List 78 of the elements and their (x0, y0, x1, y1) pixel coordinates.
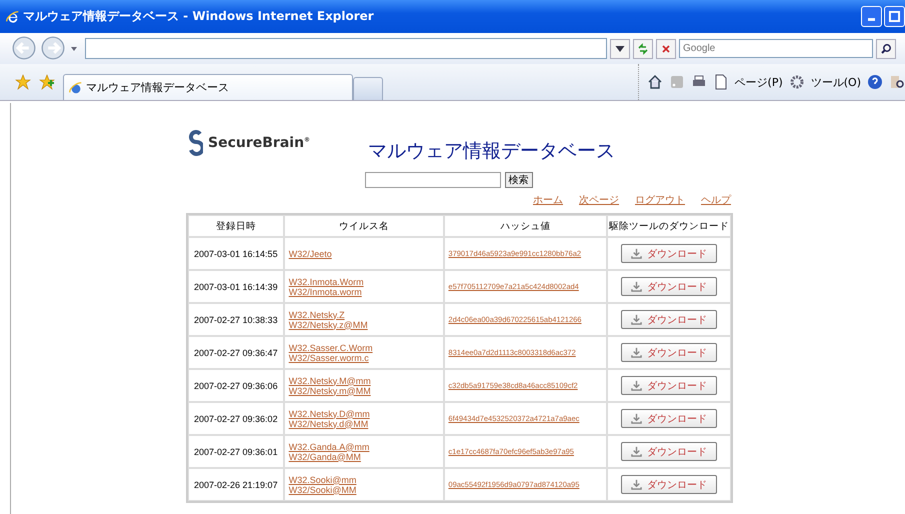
search-icon (880, 42, 892, 54)
browser-tab[interactable]: マルウェア情報データベース (63, 74, 353, 100)
page-title: マルウェア情報データベース (368, 139, 616, 164)
column-header: ウイルス名 (284, 215, 444, 237)
table-cell: 2007-02-27 10:38:33 (188, 303, 284, 336)
table-cell: 2007-02-27 09:36:47 (188, 336, 284, 369)
nav-link[interactable]: 次ページ (579, 193, 619, 207)
column-header: 駆除ツールのダウンロード (607, 215, 731, 237)
address-dropdown-button[interactable] (610, 38, 630, 58)
virus-link[interactable]: W32.Ganda.A@mm (288, 442, 442, 452)
table-cell: 2007-02-26 21:19:07 (188, 468, 284, 501)
forward-button[interactable] (41, 36, 67, 62)
logo-text: SecureBrain$^{®}$ (208, 135, 310, 151)
home-icon[interactable] (646, 74, 663, 90)
search-button[interactable] (876, 38, 896, 58)
virus-link[interactable]: W32.Netsky.M@mm (288, 376, 442, 386)
nav-link[interactable]: ログアウト (635, 193, 685, 207)
help-icon[interactable] (867, 74, 883, 90)
refresh-icon (637, 42, 649, 54)
back-button[interactable] (12, 36, 38, 62)
virus-link[interactable]: W32/Inmota.worm (288, 286, 442, 296)
virus-link[interactable]: W32.Inmota.Worm (288, 276, 442, 286)
logo-icon (189, 130, 203, 156)
table-cell: 2007-03-01 16:14:39 (188, 270, 284, 303)
download-button[interactable]: ダウンロード (621, 244, 717, 263)
gear-icon (788, 74, 805, 90)
download-icon (631, 446, 642, 457)
virus-link[interactable]: W32/Netsky.m@MM (288, 386, 442, 396)
table-cell: 2007-02-27 09:36:01 (188, 435, 284, 468)
table-cell: 2007-02-27 09:36:02 (188, 402, 284, 435)
address-field[interactable] (85, 38, 607, 59)
download-icon (631, 314, 642, 325)
column-header: ハッシュ値 (444, 215, 607, 237)
browser-logo-icon (69, 80, 83, 94)
table-cell: 2007-03-01 16:14:55 (188, 237, 284, 270)
star-icon[interactable] (15, 74, 31, 90)
virus-link[interactable]: W32.Netsky.D@mm (288, 408, 442, 418)
virus-link[interactable]: W32.Netsky.Z (288, 310, 442, 320)
virus-link[interactable]: W32/Sooki@MM (288, 484, 442, 494)
column-header: 登録日時 (188, 215, 284, 237)
maximize-icon (888, 10, 901, 23)
window-title: マルウェア情報データベース - Windows Internet Explorer (23, 8, 375, 25)
dropdown-icon[interactable] (70, 44, 78, 52)
virus-link[interactable]: W32/Netsky.z@MM (288, 320, 442, 330)
virus-link[interactable]: W32/Sasser.worm.c (288, 352, 442, 362)
search-field[interactable]: Google (679, 39, 873, 58)
page-menu[interactable]: ページ(P) (734, 74, 783, 90)
download-button[interactable]: ダウンロード (621, 409, 717, 428)
download-icon (631, 281, 642, 292)
virus-link[interactable]: W32/Ganda@MM (288, 452, 442, 462)
minimize-button[interactable] (861, 6, 882, 27)
download-button[interactable]: ダウンロード (621, 310, 717, 329)
virus-link[interactable]: W32.Sooki@mm (288, 474, 442, 484)
stop-button[interactable] (656, 38, 676, 58)
search-button[interactable]: 検索 (504, 172, 532, 188)
browser-logo-icon (6, 10, 20, 24)
download-button[interactable]: ダウンロード (621, 376, 717, 395)
download-icon (631, 413, 642, 424)
virus-link[interactable]: W32/Netsky.d@MM (288, 418, 442, 428)
download-icon (631, 248, 642, 259)
download-button[interactable]: ダウンロード (621, 343, 717, 362)
tools-menu[interactable]: ツール(O) (810, 74, 861, 90)
nav-link[interactable]: ホーム (533, 193, 563, 207)
download-button[interactable]: ダウンロード (621, 277, 717, 296)
add-star-icon[interactable] (39, 74, 55, 90)
download-icon (631, 380, 642, 391)
download-icon (631, 479, 642, 490)
download-icon (631, 347, 642, 358)
maximize-button[interactable] (884, 6, 905, 27)
download-button[interactable]: ダウンロード (621, 475, 717, 494)
virus-link[interactable]: W32.Sasser.C.Worm (288, 342, 442, 352)
minimize-icon (868, 18, 875, 21)
table-cell: 2007-02-27 09:36:06 (188, 369, 284, 402)
close-icon (660, 42, 672, 54)
page-icon (712, 74, 729, 90)
search-field[interactable] (364, 172, 500, 188)
download-button[interactable]: ダウンロード (621, 442, 717, 461)
nav-link[interactable]: ヘルプ (701, 193, 731, 207)
